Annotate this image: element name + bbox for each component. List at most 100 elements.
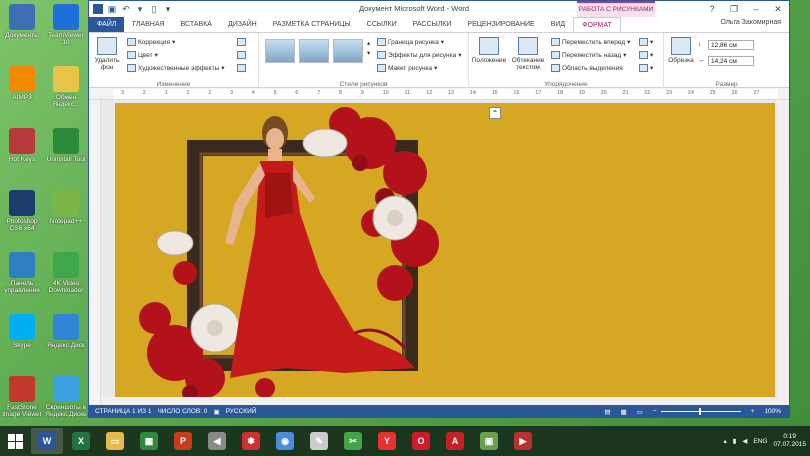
minimize-button[interactable]: – xyxy=(745,1,767,17)
style-thumb[interactable] xyxy=(299,39,329,63)
user-name[interactable]: Ольга Закомирная xyxy=(720,19,781,26)
vertical-scrollbar[interactable] xyxy=(777,100,789,405)
taskbar-clipper-button[interactable]: ✂ xyxy=(337,428,369,454)
redo-icon[interactable]: ▾ xyxy=(135,4,145,14)
tab-item[interactable]: РАССЫЛКИ xyxy=(405,17,460,32)
read-mode-icon[interactable]: ▤ xyxy=(598,408,610,416)
reset-picture-button[interactable] xyxy=(237,64,246,72)
desktop-icon[interactable]: Панель управления xyxy=(0,252,44,294)
customize-qat-icon[interactable]: ▾ xyxy=(163,4,173,14)
desktop-icon[interactable]: Скриншоты в Яндекс.Диске xyxy=(44,376,88,418)
taskbar-opera-button[interactable]: O xyxy=(405,428,437,454)
tab-format[interactable]: ФОРМАТ xyxy=(573,17,621,32)
zoom-slider-knob[interactable] xyxy=(698,408,701,415)
styles-scroll-down[interactable]: ▾ xyxy=(367,49,370,57)
picture-layout-button[interactable]: Макет рисунка ▾ xyxy=(377,64,437,72)
rotate-button[interactable]: ▾ xyxy=(639,64,653,72)
taskbar-chrome-button[interactable]: ◉ xyxy=(269,428,301,454)
desktop-icon[interactable]: Notepad++ xyxy=(44,190,88,225)
ribbon-display-button[interactable]: ❐ xyxy=(723,1,745,17)
compress-button[interactable] xyxy=(237,38,246,46)
tab-item[interactable]: ГЛАВНАЯ xyxy=(124,17,172,32)
tab-item[interactable]: ДИЗАЙН xyxy=(220,17,265,32)
taskbar-project-button[interactable]: ▦ xyxy=(133,428,165,454)
proofing-icon[interactable]: ▣ xyxy=(207,408,219,416)
taskbar-explorer-button[interactable]: ▭ xyxy=(99,428,131,454)
taskbar-yandex-button[interactable]: Y xyxy=(371,428,403,454)
color-button[interactable]: Цвет ▾ xyxy=(127,51,158,59)
print-layout-icon[interactable]: ▦ xyxy=(614,408,626,416)
language-indicator[interactable]: РУССКИЙ xyxy=(220,408,257,415)
taskbar-game-button[interactable]: ✽ xyxy=(235,428,267,454)
layout-options-icon[interactable]: ⌃ xyxy=(489,107,501,119)
height-input[interactable]: 12,86 см xyxy=(708,40,754,50)
input-language[interactable]: ENG xyxy=(753,438,767,445)
taskbar-notepad-button[interactable]: ✎ xyxy=(303,428,335,454)
zoom-level[interactable]: 100% xyxy=(758,408,781,415)
change-picture-button[interactable] xyxy=(237,51,246,59)
position-button[interactable]: Положение xyxy=(472,37,506,64)
document-page[interactable]: ⌃ xyxy=(115,103,775,403)
correction-button[interactable]: Коррекция ▾ xyxy=(127,38,175,46)
style-thumb[interactable] xyxy=(333,39,363,63)
tab-file[interactable]: ФАЙЛ xyxy=(89,17,125,32)
volume-icon[interactable]: ◀ xyxy=(742,437,747,445)
zoom-slider[interactable] xyxy=(660,408,741,415)
styles-scroll-up[interactable]: ▴ xyxy=(367,39,370,47)
start-button[interactable] xyxy=(0,426,30,456)
desktop-icon[interactable]: Photoshop CS6 x64 xyxy=(0,190,44,232)
art-effects-button[interactable]: Художественные эффекты ▾ xyxy=(127,64,224,72)
desktop-icon[interactable]: AIMP3 xyxy=(0,66,44,101)
selection-pane-button[interactable]: Область выделения xyxy=(551,64,623,72)
web-layout-icon[interactable]: ▭ xyxy=(631,408,643,416)
desktop-icon[interactable]: Документы xyxy=(0,4,44,39)
tray-arrow-icon[interactable]: ▴ xyxy=(724,437,727,445)
crop-button[interactable]: Обрезка xyxy=(668,37,694,64)
group-objects-button[interactable]: ▾ xyxy=(639,51,653,59)
send-backward-button[interactable]: Переместить назад ▾ xyxy=(551,51,626,59)
inserted-picture[interactable] xyxy=(115,103,480,403)
bring-forward-button[interactable]: Переместить вперед ▾ xyxy=(551,38,630,46)
style-thumb[interactable] xyxy=(265,39,295,63)
tab-item[interactable]: РАЗМЕТКА СТРАНИЦЫ xyxy=(265,17,359,32)
desktop-icon[interactable]: TeamViewer 10 xyxy=(44,4,88,46)
close-button[interactable]: ✕ xyxy=(767,1,789,17)
taskbar-photos-button[interactable]: ▣ xyxy=(473,428,505,454)
desktop-icon[interactable]: FastStone Image Viewer xyxy=(0,376,44,418)
desktop-icon[interactable]: Uninstall Tool xyxy=(44,128,88,163)
taskbar-excel-button[interactable]: X xyxy=(65,428,97,454)
tab-item[interactable]: ССЫЛКИ xyxy=(359,17,405,32)
taskbar-player-button[interactable]: ▶ xyxy=(507,428,539,454)
align-button[interactable]: ▾ xyxy=(639,38,653,46)
desktop-icon[interactable]: Яндекс.Диск xyxy=(44,314,88,349)
zoom-out-button[interactable]: − xyxy=(647,408,657,415)
desktop-icon[interactable]: Skype xyxy=(0,314,44,349)
desktop-icon[interactable]: Hot Keys xyxy=(0,128,44,163)
tab-item[interactable]: РЕЦЕНЗИРОВАНИЕ xyxy=(459,17,542,32)
tab-item[interactable]: ВИД xyxy=(543,17,573,32)
network-icon[interactable]: ▮ xyxy=(733,437,737,445)
picture-effects-button[interactable]: Эффекты для рисунка ▾ xyxy=(377,51,461,59)
zoom-in-button[interactable]: + xyxy=(745,408,755,415)
new-document-icon[interactable]: ▯ xyxy=(149,4,159,14)
width-input[interactable]: 14,24 см xyxy=(708,56,754,66)
clock[interactable]: 0:19 07.07.2015 xyxy=(773,433,806,449)
vertical-ruler[interactable] xyxy=(89,100,101,405)
word-count[interactable]: ЧИСЛО СЛОВ: 0 xyxy=(151,408,207,415)
horizontal-ruler[interactable]: 3 2 1 1 2 3 4 5 6 7 8 9 10 11 12 13 14 15 16 17 18 19 20 21 22 23… xyxy=(89,88,789,100)
remove-background-button[interactable]: Удалить фон xyxy=(93,37,121,71)
help-button[interactable]: ? xyxy=(701,1,723,17)
wrap-text-button[interactable]: Обтекание текстом xyxy=(509,37,547,71)
picture-border-button[interactable]: Граница рисунка ▾ xyxy=(377,38,444,46)
desktop-icon[interactable]: Обмен Яндекс... xyxy=(44,66,88,108)
desktop-icon[interactable]: 4K Video Downloader xyxy=(44,252,88,294)
undo-icon[interactable]: ↶ xyxy=(121,4,131,14)
tab-item[interactable]: ВСТАВКА xyxy=(173,17,220,32)
page-count[interactable]: СТРАНИЦА 1 ИЗ 1 xyxy=(89,408,151,415)
taskbar-pdf-button[interactable]: A xyxy=(439,428,471,454)
save-icon[interactable]: ▣ xyxy=(107,4,117,14)
taskbar-powerpoint-button[interactable]: P xyxy=(167,428,199,454)
taskbar-word-button[interactable]: W xyxy=(31,428,63,454)
taskbar-media-button[interactable]: ◀ xyxy=(201,428,233,454)
horizontal-scrollbar[interactable] xyxy=(101,397,777,405)
